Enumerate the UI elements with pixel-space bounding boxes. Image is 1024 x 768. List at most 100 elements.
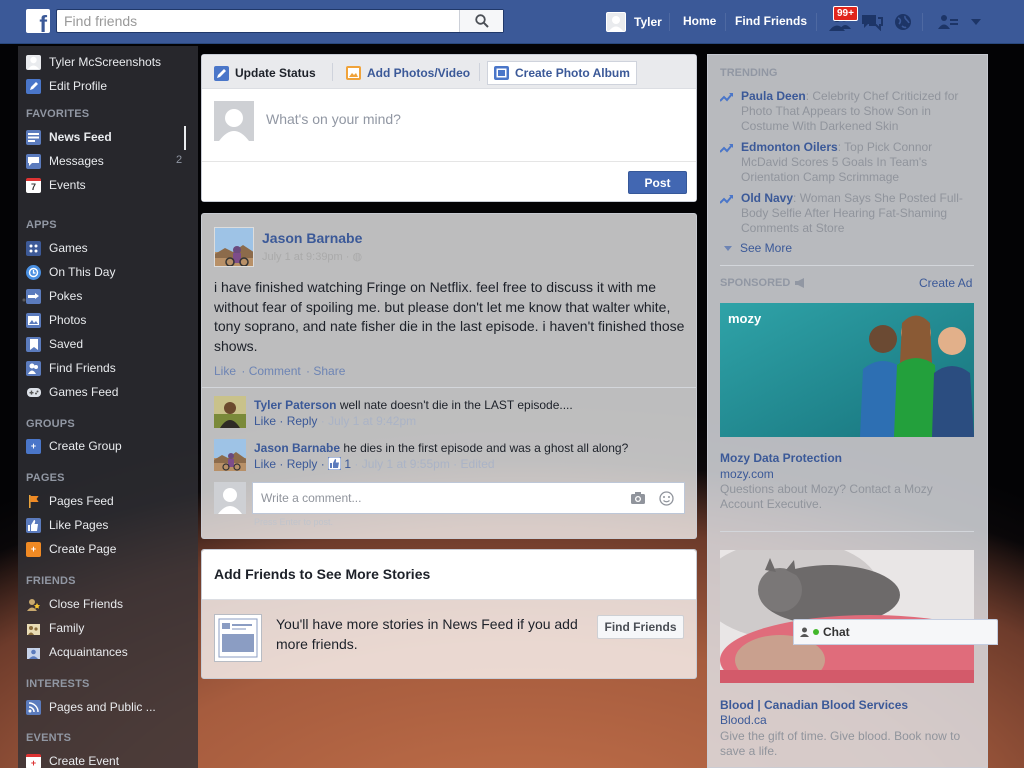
ad-link[interactable]: mozy.com <box>720 467 774 481</box>
sidebar-item-profile[interactable]: Tyler McScreenshots <box>26 52 191 72</box>
story-author[interactable]: Jason Barnabe <box>262 230 362 246</box>
sidebar-item-games-feed[interactable]: Games Feed <box>26 382 191 402</box>
settings-caret-icon[interactable] <box>964 10 988 34</box>
post-button[interactable]: Post <box>628 171 687 194</box>
trending-item[interactable]: Paula Deen: Celebrity Chef Criticized fo… <box>720 89 970 134</box>
sidebar-item-pokes[interactable]: Pokes <box>26 286 191 306</box>
author-avatar[interactable] <box>214 227 254 267</box>
comment-input[interactable]: Write a comment... <box>252 482 685 514</box>
sidebar-item-label: Family <box>49 621 85 635</box>
sidebar-item-on-this-day[interactable]: On This Day <box>26 262 191 282</box>
see-more-link[interactable]: See More <box>724 241 792 255</box>
section-header-favorites: FAVORITES <box>26 108 90 120</box>
sidebar-item-label: Like Pages <box>49 518 109 532</box>
privacy-icon[interactable] <box>936 10 960 34</box>
ad-link[interactable]: Blood.ca <box>720 713 767 727</box>
camera-icon[interactable] <box>630 491 646 507</box>
like-link[interactable]: Like <box>214 364 236 378</box>
comment-like-count[interactable]: 1 <box>344 457 351 471</box>
ad-image-blood[interactable] <box>720 550 974 683</box>
games-icon <box>26 240 41 256</box>
comment-reply-link[interactable]: Reply <box>287 457 318 471</box>
ad-title[interactable]: Blood | Canadian Blood Services <box>720 698 908 712</box>
sidebar-item-label: Edit Profile <box>49 79 108 93</box>
calendar-icon: 7 <box>26 177 41 193</box>
sidebar-item-games[interactable]: Games <box>26 238 191 258</box>
sponsored-header: SPONSORED <box>720 277 807 289</box>
card-text: You'll have more stories in News Feed if… <box>276 616 578 652</box>
ad-brand-logo: mozy <box>728 311 762 326</box>
chat-tab[interactable]: Chat <box>793 619 998 645</box>
notifications-icon[interactable] <box>891 10 915 34</box>
status-input[interactable]: What's on your mind? <box>266 111 401 127</box>
comment-reply-link[interactable]: Reply <box>287 414 318 428</box>
comment-like-link[interactable]: Like <box>254 414 276 428</box>
avatar <box>214 482 246 514</box>
create-ad-link[interactable]: Create Ad <box>919 276 972 290</box>
comment-link[interactable]: Comment <box>249 364 301 378</box>
section-header-apps: APPS <box>26 219 57 231</box>
sidebar-item-find-friends[interactable]: Find Friends <box>26 358 191 378</box>
emoji-icon[interactable] <box>659 491 675 507</box>
tab-label: Update Status <box>235 66 316 80</box>
messages-icon[interactable] <box>860 10 884 34</box>
facebook-logo[interactable]: f <box>26 9 50 33</box>
sidebar-item-photos[interactable]: Photos <box>26 310 191 330</box>
story-actions: Like · Comment · Share <box>214 364 346 378</box>
chat-label: Chat <box>823 625 850 639</box>
megaphone-icon <box>795 278 805 288</box>
composer-footer: Post <box>202 161 696 201</box>
comment-like-link[interactable]: Like <box>254 457 276 471</box>
commenter-avatar[interactable] <box>214 396 246 428</box>
sidebar-item-events[interactable]: 7 Events <box>26 175 191 195</box>
comment-body: Jason Barnabe he dies in the first episo… <box>254 439 684 457</box>
ad-image-mozy[interactable]: mozy <box>720 303 974 437</box>
tab-add-photos[interactable]: Add Photos/Video <box>340 61 476 85</box>
ad-title[interactable]: Mozy Data Protection <box>720 451 842 465</box>
sidebar-item-news-feed[interactable]: News Feed <box>26 127 191 147</box>
sidebar-item-like-pages[interactable]: Like Pages <box>26 515 191 535</box>
sidebar-item-acquaintances[interactable]: Acquaintances <box>26 642 191 662</box>
sidebar-item-label: Create Group <box>49 439 122 453</box>
sidebar-item-saved[interactable]: Saved <box>26 334 191 354</box>
selected-indicator <box>184 126 186 150</box>
avatar <box>214 101 254 141</box>
tab-update-status[interactable]: Update Status <box>208 61 322 85</box>
comment-timestamp[interactable]: July 1 at 9:42pm <box>328 414 416 428</box>
commenter-name[interactable]: Jason Barnabe <box>254 441 340 455</box>
sidebar-item-create-page[interactable]: + Create Page <box>26 539 191 559</box>
commenter-avatar[interactable] <box>214 439 246 471</box>
see-more-label: See More <box>740 241 793 255</box>
tab-create-album[interactable]: Create Photo Album <box>487 61 637 85</box>
story-text: i have finished watching Fringe on Netfl… <box>214 279 685 354</box>
sidebar-item-label: Pages and Public ... <box>49 700 156 714</box>
sidebar-item-create-group[interactable]: + Create Group <box>26 436 191 456</box>
sidebar-item-messages[interactable]: Messages <box>26 151 191 171</box>
edited-label[interactable]: Edited <box>461 457 495 471</box>
acquaintances-icon <box>26 645 41 660</box>
sidebar-item-label: Messages <box>49 154 104 168</box>
find-friends-link[interactable]: Find Friends <box>735 0 807 44</box>
sidebar-item-create-event[interactable]: + Create Event <box>26 751 191 768</box>
trending-item[interactable]: Edmonton Oilers: Top Pick Connor McDavid… <box>720 140 970 185</box>
flag-icon <box>26 494 41 509</box>
comment-meta: Like · Reply · 1 · July 1 at 9:55pm · Ed… <box>254 457 495 471</box>
comment-timestamp[interactable]: July 1 at 9:55pm <box>362 457 450 471</box>
find-friends-button[interactable]: Find Friends <box>597 615 684 639</box>
sidebar-item-family[interactable]: Family <box>26 618 191 638</box>
sidebar-item-pages-public[interactable]: Pages and Public ... <box>26 697 191 717</box>
sidebar-item-edit-profile[interactable]: Edit Profile <box>26 76 191 96</box>
share-link[interactable]: Share <box>313 364 345 378</box>
tab-label: Add Photos/Video <box>367 66 471 80</box>
section-header-friends: FRIENDS <box>26 575 76 587</box>
search-input[interactable] <box>57 10 457 32</box>
story-timestamp[interactable]: July 1 at 9:39pm · ◍ <box>262 250 362 263</box>
home-link[interactable]: Home <box>683 0 716 44</box>
profile-link[interactable]: Tyler <box>606 0 662 44</box>
sidebar-item-pages-feed[interactable]: Pages Feed <box>26 491 191 511</box>
commenter-name[interactable]: Tyler Paterson <box>254 398 336 412</box>
sidebar-item-close-friends[interactable]: Close Friends <box>26 594 191 614</box>
trending-item[interactable]: Old Navy: Woman Says She Posted Full-Bod… <box>720 191 970 236</box>
sidebar-item-label: Pages Feed <box>49 494 114 508</box>
search-button[interactable] <box>459 10 503 32</box>
